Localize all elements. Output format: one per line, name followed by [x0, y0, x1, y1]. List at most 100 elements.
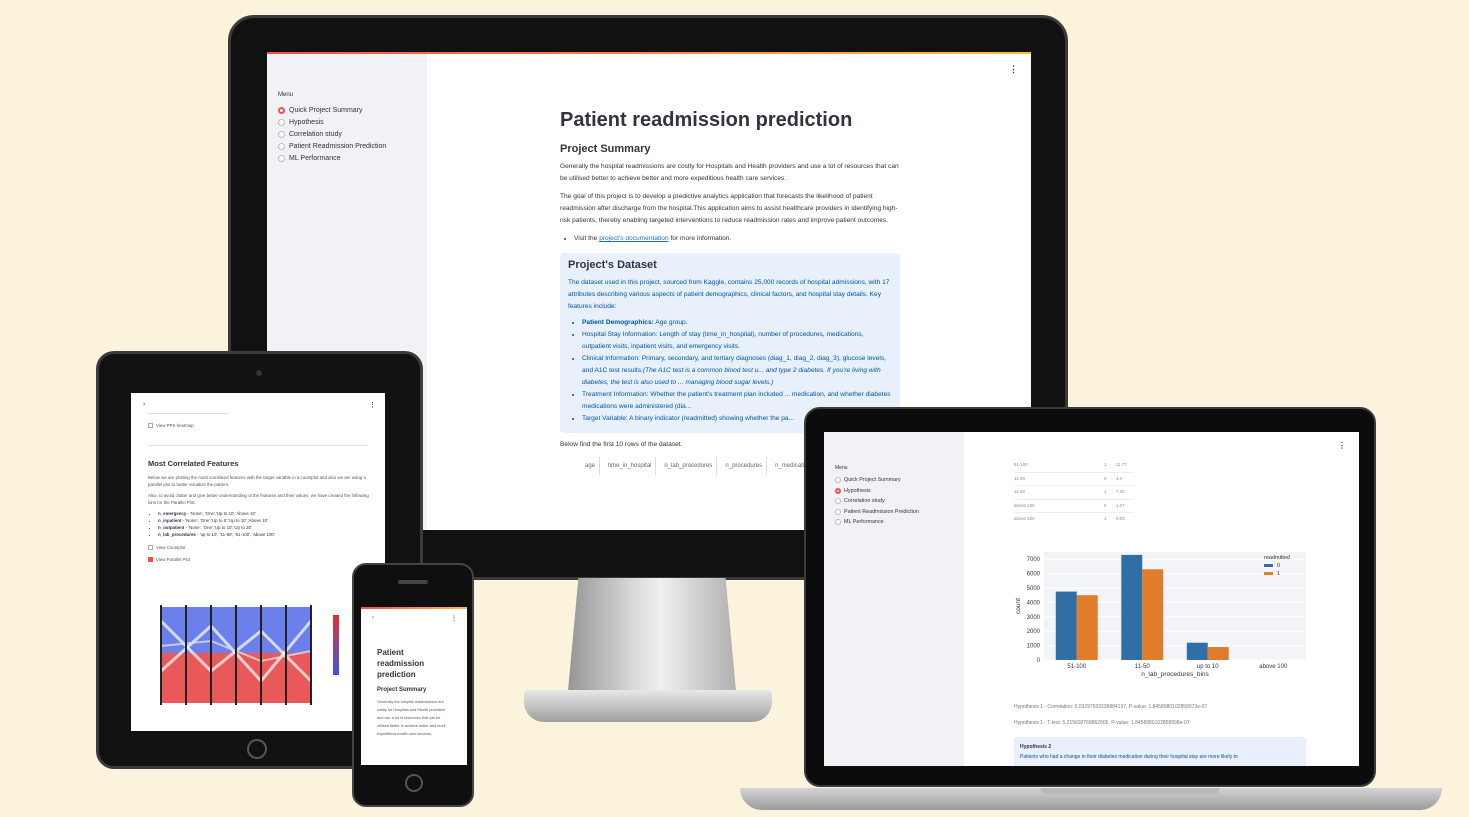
x-tick-label: 11-50	[1135, 664, 1151, 670]
feature-item: Hospital Stay Information: Length of sta…	[582, 329, 892, 353]
sidebar-item-ml-performance[interactable]: ML Performance	[835, 517, 919, 528]
sidebar-item-correlation-study[interactable]: Correlation study	[278, 128, 386, 140]
x-axis-title: n_lab_procedures_bins	[1141, 671, 1209, 678]
sidebar-expand-chevron-icon[interactable]: ›	[372, 615, 374, 621]
main-menu-kebab-icon[interactable]: ⋮	[1009, 64, 1018, 75]
table-header-cell[interactable]: n_procedures	[721, 457, 768, 475]
radio-icon	[278, 118, 285, 126]
phone-kebab-icon[interactable]: ⋮	[451, 615, 457, 622]
table-header-cell[interactable]: n_lab_procedures	[660, 457, 718, 475]
sidebar-menu-label: Menu	[278, 92, 294, 98]
legend-swatch-1	[1264, 572, 1273, 575]
divider	[148, 445, 368, 446]
sidebar-item-hypothesis[interactable]: Hypothesis	[835, 486, 919, 497]
parallel-colorbar	[333, 615, 339, 675]
sidebar-item-quick-project-summary[interactable]: Quick Project Summary	[835, 475, 919, 486]
phone-screen: › ⋮ Patient readmission prediction Proje…	[361, 607, 467, 765]
tablet-kebab-icon[interactable]: ⋮	[369, 401, 376, 409]
legend-label-1: 1	[1277, 571, 1280, 577]
app-top-decoration	[267, 52, 1031, 54]
hypothesis-2-title: Hypothesis 2	[1020, 744, 1052, 750]
bar-up to 10-1	[1207, 647, 1229, 660]
list-item: n_lab_procedures - 'up to 10', '11-50', …	[158, 531, 370, 538]
parallel-axis	[260, 605, 262, 705]
parallel-axis	[285, 605, 287, 705]
hypothesis-1-correlation: Hypothesis 1 - Correlation: 0.0329703223…	[1014, 704, 1208, 710]
y-tick-label: 2000	[1027, 629, 1041, 635]
sidebar-expand-chevron-icon[interactable]: ›	[143, 401, 145, 408]
countplot-checkbox[interactable]: View Countplot	[148, 544, 370, 551]
x-tick-label: above 100	[1259, 664, 1288, 670]
parallel-axis	[185, 605, 187, 705]
radio-icon	[278, 142, 285, 150]
crosstab-table: 51-100 1 11.77 11-50 0 4.4 11-50 1 7.32 above …	[1014, 459, 1134, 526]
countplot-chart[interactable]: 0 1000 2000 3000 4000 5000 6000 7000 51-100 11-50…	[1010, 544, 1310, 694]
radio-icon	[835, 508, 841, 515]
phone-content: Patient readmission prediction Project S…	[377, 647, 451, 738]
table-row: 51-100 1 11.77	[1014, 459, 1134, 473]
sidebar-item-ml-performance[interactable]: ML Performance	[278, 152, 386, 164]
main-menu-kebab-icon[interactable]: ⋮	[1338, 441, 1346, 450]
monitor-stand-base	[524, 690, 772, 722]
radio-icon	[835, 477, 841, 484]
parallel-plot[interactable]	[153, 601, 363, 711]
checkbox-checked-icon	[148, 557, 153, 563]
phone-home-button	[405, 774, 423, 792]
feature-item: Patient Demographics: Age group.	[582, 317, 892, 329]
hypothesis-2-info-box: Hypothesis 2 Patients who had a change i…	[1014, 737, 1306, 766]
monitor-stand-neck	[567, 578, 737, 698]
y-axis-title: count	[1015, 598, 1022, 614]
summary-paragraph-1: Generally the hospital readmissions are …	[560, 163, 899, 182]
phone-speaker	[398, 580, 428, 584]
radio-icon	[278, 154, 285, 162]
parallel-axis	[210, 605, 212, 705]
page-title: Patient readmission prediction	[560, 109, 853, 131]
laptop-screen: Menu Quick Project Summary Hypothesis Co…	[824, 432, 1359, 766]
pps-heatmap-checkbox[interactable]: View PPS heatmap	[148, 422, 194, 429]
parallel-axis	[160, 605, 162, 705]
sidebar-item-quick-project-summary[interactable]: Quick Project Summary	[278, 104, 386, 116]
sidebar-item-patient-readmission-prediction[interactable]: Patient Readmission Prediction	[278, 140, 386, 152]
tablet-content: Most Correlated Features Below we are pl…	[148, 459, 370, 563]
table-row: 11-50 0 4.4	[1014, 473, 1134, 486]
table-header-cell[interactable]: time_in_hospital	[604, 457, 657, 475]
y-tick-label: 4000	[1027, 600, 1041, 606]
list-item: n_outpatient - 'None', 'One','Up to 10',…	[158, 524, 370, 531]
sidebar-radio-group: Quick Project Summary Hypothesis Correla…	[835, 475, 919, 528]
divider	[148, 413, 228, 414]
tablet-screen: › ⋮ View PPS heatmap Most Correlated Fea…	[131, 393, 385, 731]
y-tick-label: 7000	[1027, 557, 1041, 563]
bar-51-100-1	[1076, 595, 1098, 660]
radio-icon	[278, 130, 285, 138]
table-row: above 100 1 0.03	[1014, 516, 1125, 521]
laptop-sidebar: Menu Quick Project Summary Hypothesis Co…	[824, 432, 964, 766]
tablet-paragraph-2: Also, to avoid clutter and give better u…	[148, 493, 369, 505]
parallel-axis	[310, 605, 312, 705]
hypothesis-2-text: Patients who had a change in their diabe…	[1020, 754, 1238, 760]
documentation-link[interactable]: project's documentation	[599, 235, 668, 242]
table-header-cell[interactable]: age	[560, 457, 600, 475]
radio-icon	[835, 519, 841, 526]
legend-swatch-0	[1264, 564, 1273, 567]
y-tick-label: 1000	[1027, 644, 1041, 650]
laptop-notch	[1040, 788, 1220, 794]
table-row: 11-50 1 7.32	[1014, 486, 1134, 500]
legend-title: readmitted	[1264, 555, 1290, 561]
sidebar-item-hypothesis[interactable]: Hypothesis	[278, 116, 386, 128]
checkbox-icon	[148, 545, 153, 551]
x-tick-label: up to 10	[1197, 664, 1219, 670]
dataset-description: The dataset used in this project, source…	[568, 279, 890, 310]
sidebar-item-patient-readmission-prediction[interactable]: Patient Readmission Prediction	[835, 507, 919, 518]
y-tick-label: 6000	[1027, 572, 1041, 578]
hypothesis-1-ttest: Hypothesis 1 - T-test: 5.215692768862605…	[1014, 720, 1190, 726]
bins-list: n_emergency - 'None', 'One','Up to 10','…	[148, 510, 370, 538]
tablet-paragraph-1: Below we are plotting the most correlate…	[148, 475, 366, 487]
tablet-camera-icon	[256, 370, 262, 376]
sidebar-item-correlation-study[interactable]: Correlation study	[835, 496, 919, 507]
project-summary-heading: Project Summary	[377, 687, 427, 693]
legend-label-0: 0	[1277, 563, 1280, 569]
dataset-info-box: Project's Dataset The dataset used in th…	[560, 253, 900, 433]
parallel-plot-checkbox[interactable]: View Parallel Plot	[148, 556, 370, 563]
dataset-heading: Project's Dataset	[568, 259, 657, 271]
table-row: above 100 0 1.07	[1014, 500, 1134, 513]
